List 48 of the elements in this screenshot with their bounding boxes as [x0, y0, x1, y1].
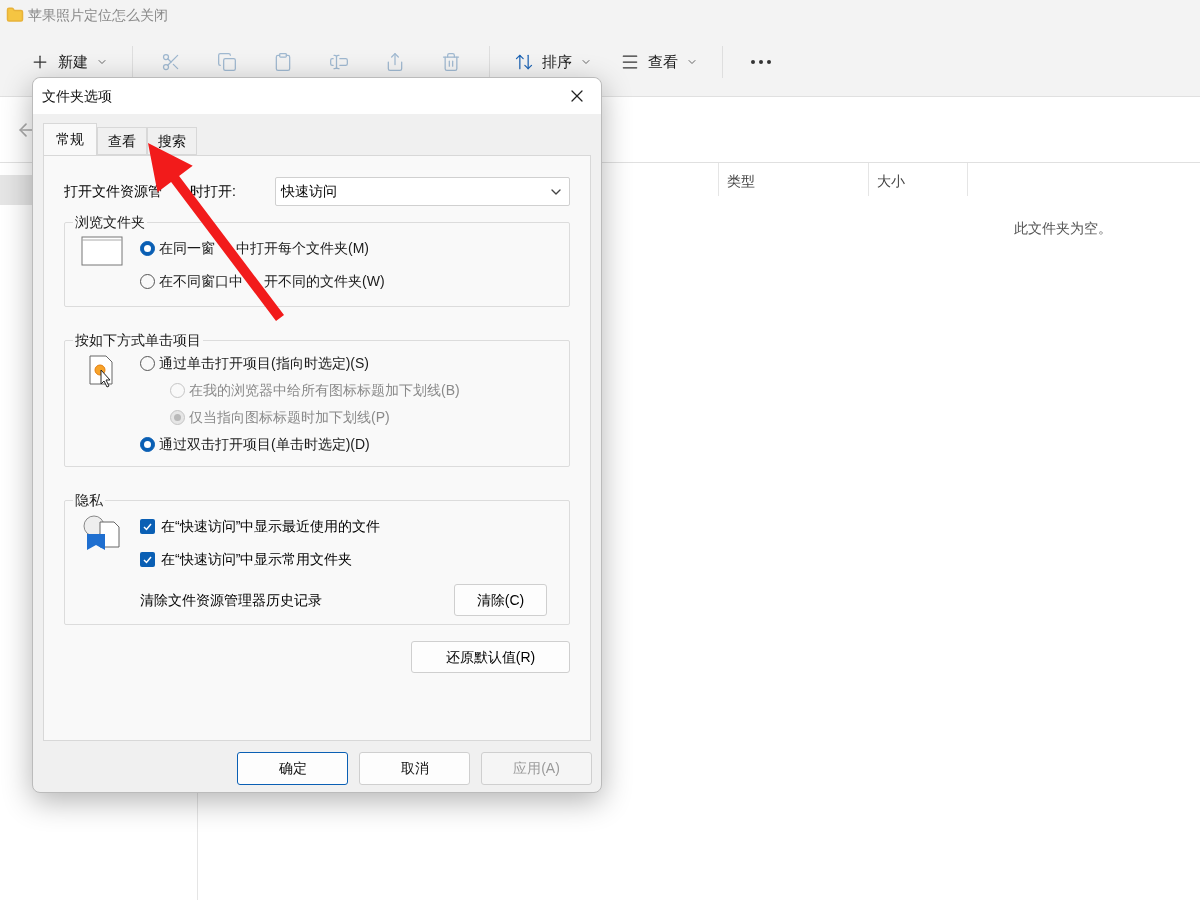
radio-label: 仅当指向图标标题时加下划线(P) [189, 408, 390, 427]
dialog-button[interactable]: 确定 [237, 752, 348, 785]
radio-label: 中打开每个文件夹(M) [236, 239, 369, 258]
dialog-title: 文件夹选项 [42, 86, 112, 106]
more-icon [751, 60, 771, 64]
tab[interactable]: 查看 [97, 127, 147, 155]
group-title: 隐私 [73, 491, 105, 509]
radio-label: 在我的浏览器中给所有图标标题加下划线(B) [189, 381, 460, 400]
window-title: 苹果照片定位怎么关闭 [28, 5, 168, 25]
column-header[interactable]: 类型 [718, 163, 868, 196]
radio-label: 开不同的文件夹(W) [264, 272, 385, 291]
folder-icon [6, 6, 24, 24]
dialog-button[interactable]: 取消 [359, 752, 470, 785]
toolbar-button[interactable]: 查看 [608, 44, 710, 80]
tab[interactable]: 搜索 [147, 127, 197, 155]
clear-history-label: 清除文件资源管理器历史记录 [140, 590, 322, 610]
window-icon [81, 236, 123, 266]
trash-icon [441, 52, 461, 72]
checkbox-label: 在“快速访问”中显示常用文件夹 [161, 550, 353, 569]
radio-button[interactable] [140, 241, 155, 256]
group-title: 浏览文件夹 [73, 213, 147, 231]
radio-label: 通过单击打开项目(指向时选定)(S) [159, 354, 369, 373]
radio-label: 在不同窗口中 [159, 272, 243, 291]
empty-message: 此文件夹为空。 [1014, 219, 1112, 238]
tab[interactable]: 常规 [43, 123, 97, 155]
scissors-icon [161, 52, 181, 72]
radio-label: 通过双击打开项目(单击时选定)(D) [159, 435, 370, 454]
radio-label: 在同一窗 [159, 239, 215, 258]
toolbar-button[interactable]: 排序 [502, 44, 604, 80]
sort-icon [514, 52, 534, 72]
open-in-label: 时打开: [190, 182, 236, 201]
text-cursor-icon [329, 52, 349, 72]
radio-button[interactable] [140, 437, 155, 452]
clear-button[interactable]: 清除(C) [454, 584, 547, 616]
group-title: 按如下方式单击项目 [73, 331, 203, 349]
pointer-document-icon [88, 354, 116, 390]
checkbox[interactable] [140, 519, 155, 534]
checkbox[interactable] [140, 552, 155, 567]
column-header[interactable]: 大小 [868, 163, 968, 196]
open-in-dropdown[interactable]: 快速访问 [275, 177, 570, 206]
copy-icon [217, 52, 237, 72]
toolbar-button[interactable]: 新建 [18, 44, 120, 80]
checkbox-label: 在“快速访问”中显示最近使用的文件 [161, 517, 381, 536]
checkmark-icon [142, 554, 153, 565]
share-icon [385, 52, 405, 72]
clipboard-icon [273, 52, 293, 72]
checkmark-icon [142, 521, 153, 532]
restore-defaults-button[interactable]: 还原默认值(R) [411, 641, 570, 673]
